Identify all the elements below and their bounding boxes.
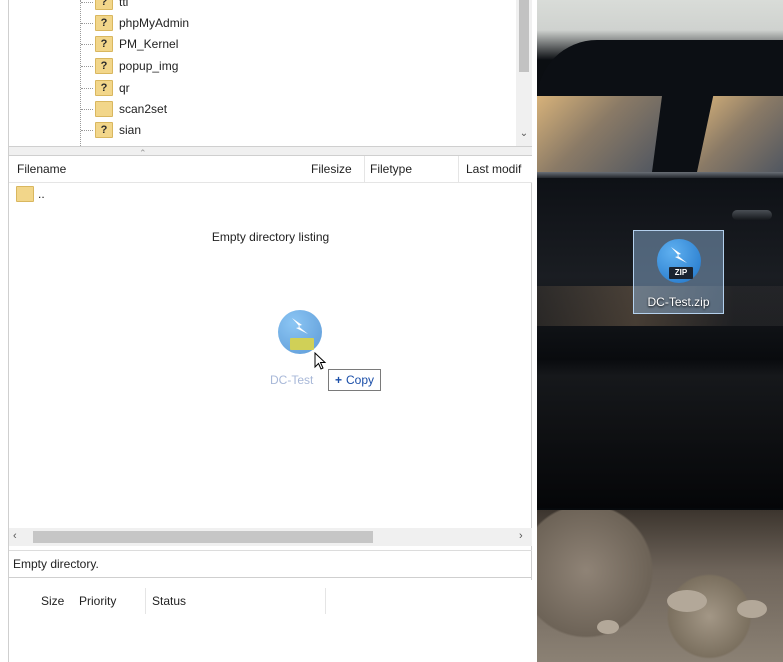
chevron-right-icon[interactable]: › <box>519 530 523 542</box>
question-folder-icon: ? <box>95 0 113 10</box>
desktop-icon-label: DC-Test.zip <box>647 295 710 309</box>
question-folder-icon: ? <box>95 58 113 74</box>
column-size[interactable]: Size <box>41 594 64 608</box>
rock <box>597 620 619 634</box>
chevron-left-icon[interactable]: ‹ <box>13 530 17 542</box>
tree-item[interactable]: ? PM_Kernel <box>81 34 178 54</box>
tree-item[interactable]: ? sian <box>81 120 141 140</box>
tree-vertical-scrollbar[interactable]: ⌄ <box>516 0 532 146</box>
column-status[interactable]: Status <box>152 594 186 608</box>
mouse-cursor-icon <box>314 352 327 370</box>
question-folder-icon: ? <box>95 122 113 138</box>
tree-item[interactable]: ? ttl <box>81 0 128 12</box>
drag-ghost-label: DC-Test <box>270 373 314 387</box>
drag-ghost-icon <box>278 310 322 354</box>
drag-copy-tooltip: + Copy <box>328 369 382 391</box>
file-list-header: Filename Filesize Filetype Last modif <box>9 156 532 183</box>
directory-tree[interactable]: ? ttl ? phpMyAdmin ? PM_Kernel ? popup_i… <box>9 0 516 146</box>
file-list-horizontal-scrollbar[interactable]: ‹ › <box>9 528 532 546</box>
car-door-handle <box>732 210 772 220</box>
empty-listing-message: Empty directory listing <box>211 230 330 244</box>
desktop-wallpaper <box>537 0 783 662</box>
question-folder-icon: ? <box>95 80 113 96</box>
column-last-modified[interactable]: Last modif <box>466 162 521 176</box>
column-filename[interactable]: Filename <box>17 162 66 176</box>
status-bar: Empty directory. <box>9 550 532 578</box>
parent-directory-row[interactable]: .. <box>16 186 45 202</box>
file-manager-pane: ? ttl ? phpMyAdmin ? PM_Kernel ? popup_i… <box>0 0 537 662</box>
scrollbar-thumb[interactable] <box>33 531 373 543</box>
tree-item[interactable]: ? popup_img <box>81 56 178 76</box>
scrollbar-thumb[interactable] <box>519 0 529 72</box>
rock <box>737 600 767 618</box>
question-folder-icon: ? <box>95 15 113 31</box>
transfer-queue-header: Size Priority Status <box>9 588 532 614</box>
tree-item[interactable]: ? qr <box>81 78 130 98</box>
zip-archive-icon <box>278 310 322 354</box>
car-body <box>537 178 783 508</box>
tree-item[interactable]: ? phpMyAdmin <box>81 13 189 33</box>
rock <box>667 590 707 612</box>
column-priority[interactable]: Priority <box>79 594 116 608</box>
folder-icon <box>16 186 34 202</box>
zip-badge: ZIP <box>669 267 693 279</box>
folder-icon <box>95 101 113 117</box>
question-folder-icon: ? <box>95 36 113 52</box>
car-window-front <box>537 96 662 172</box>
chevron-down-icon[interactable]: ⌄ <box>516 128 532 139</box>
column-filetype[interactable]: Filetype <box>370 162 412 176</box>
column-filesize[interactable]: Filesize <box>311 162 352 176</box>
zip-archive-icon: ZIP <box>657 239 701 283</box>
pane-splitter[interactable]: ⌃ <box>9 146 532 158</box>
desktop-icon-dc-test-zip[interactable]: ZIP DC-Test.zip <box>633 230 724 314</box>
gravel-ground <box>537 510 783 662</box>
tree-item[interactable]: scan2set <box>81 99 167 119</box>
status-text: Empty directory. <box>13 557 99 571</box>
plus-icon: + <box>335 373 343 387</box>
